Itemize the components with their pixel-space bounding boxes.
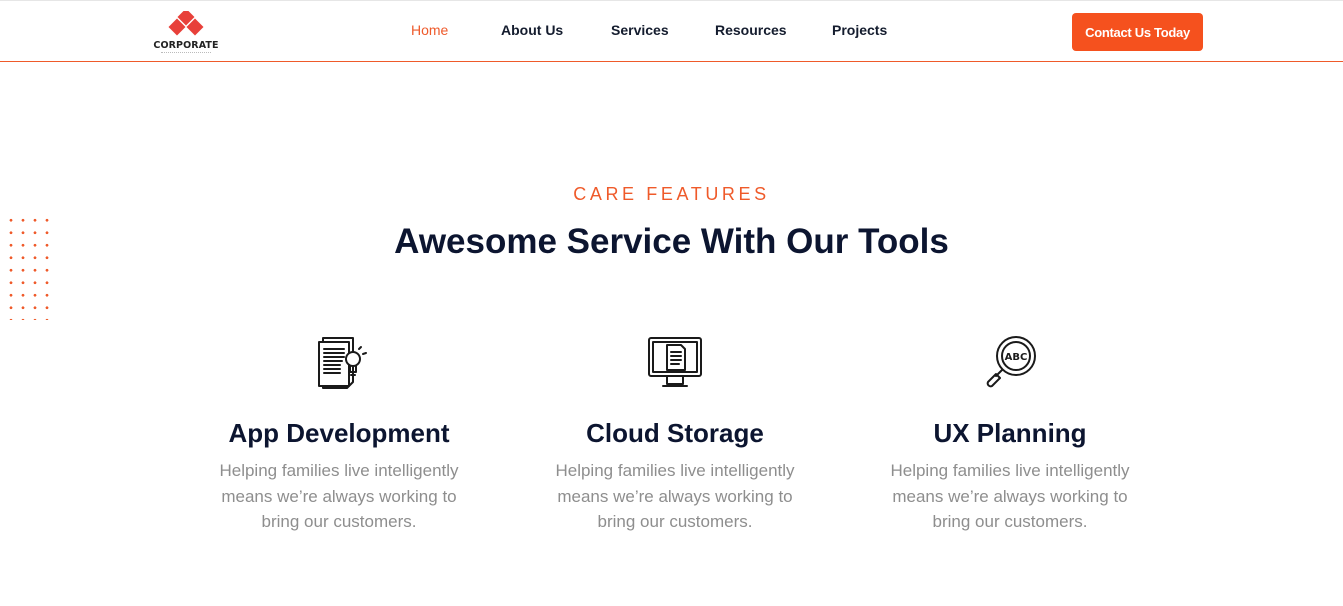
- logo-text: CORPORATE: [153, 40, 219, 51]
- magnifier-abc-icon: ABC: [986, 336, 1036, 388]
- site-header: CORPORATE Home About Us Services Resourc…: [0, 0, 1343, 62]
- feature-description: Helping families live intelligently mean…: [890, 461, 1130, 531]
- svg-text:ABC: ABC: [1005, 352, 1028, 363]
- nav-item-projects[interactable]: Projects: [832, 22, 887, 38]
- nav-item-services[interactable]: Services: [611, 22, 669, 38]
- logo-diamond-icon: [168, 11, 204, 36]
- section-title: Awesome Service With Our Tools: [394, 222, 949, 261]
- contact-us-button[interactable]: Contact Us Today: [1072, 13, 1203, 51]
- feature-card-cloud-storage: Cloud Storage Helping families live inte…: [535, 332, 815, 535]
- feature-description: Helping families live intelligently mean…: [219, 461, 459, 531]
- nav-item-home[interactable]: Home: [411, 22, 448, 38]
- feature-card-ux-planning: ABC UX Planning Helping families live in…: [870, 332, 1150, 535]
- feature-title: Cloud Storage: [586, 418, 764, 448]
- section-eyebrow: CARE FEATURES: [573, 184, 770, 204]
- feature-description: Helping families live intelligently mean…: [555, 461, 795, 531]
- document-idea-icon: [318, 337, 367, 389]
- feature-title: App Development: [228, 418, 450, 448]
- feature-title: UX Planning: [933, 418, 1087, 448]
- monitor-document-icon: [648, 337, 702, 387]
- logo[interactable]: CORPORATE: [152, 11, 220, 55]
- feature-card-app-development: App Development Helping families live in…: [199, 332, 479, 535]
- nav-item-resources[interactable]: Resources: [715, 22, 787, 38]
- nav-item-about-us[interactable]: About Us: [501, 22, 563, 38]
- logo-tagline: [161, 52, 211, 54]
